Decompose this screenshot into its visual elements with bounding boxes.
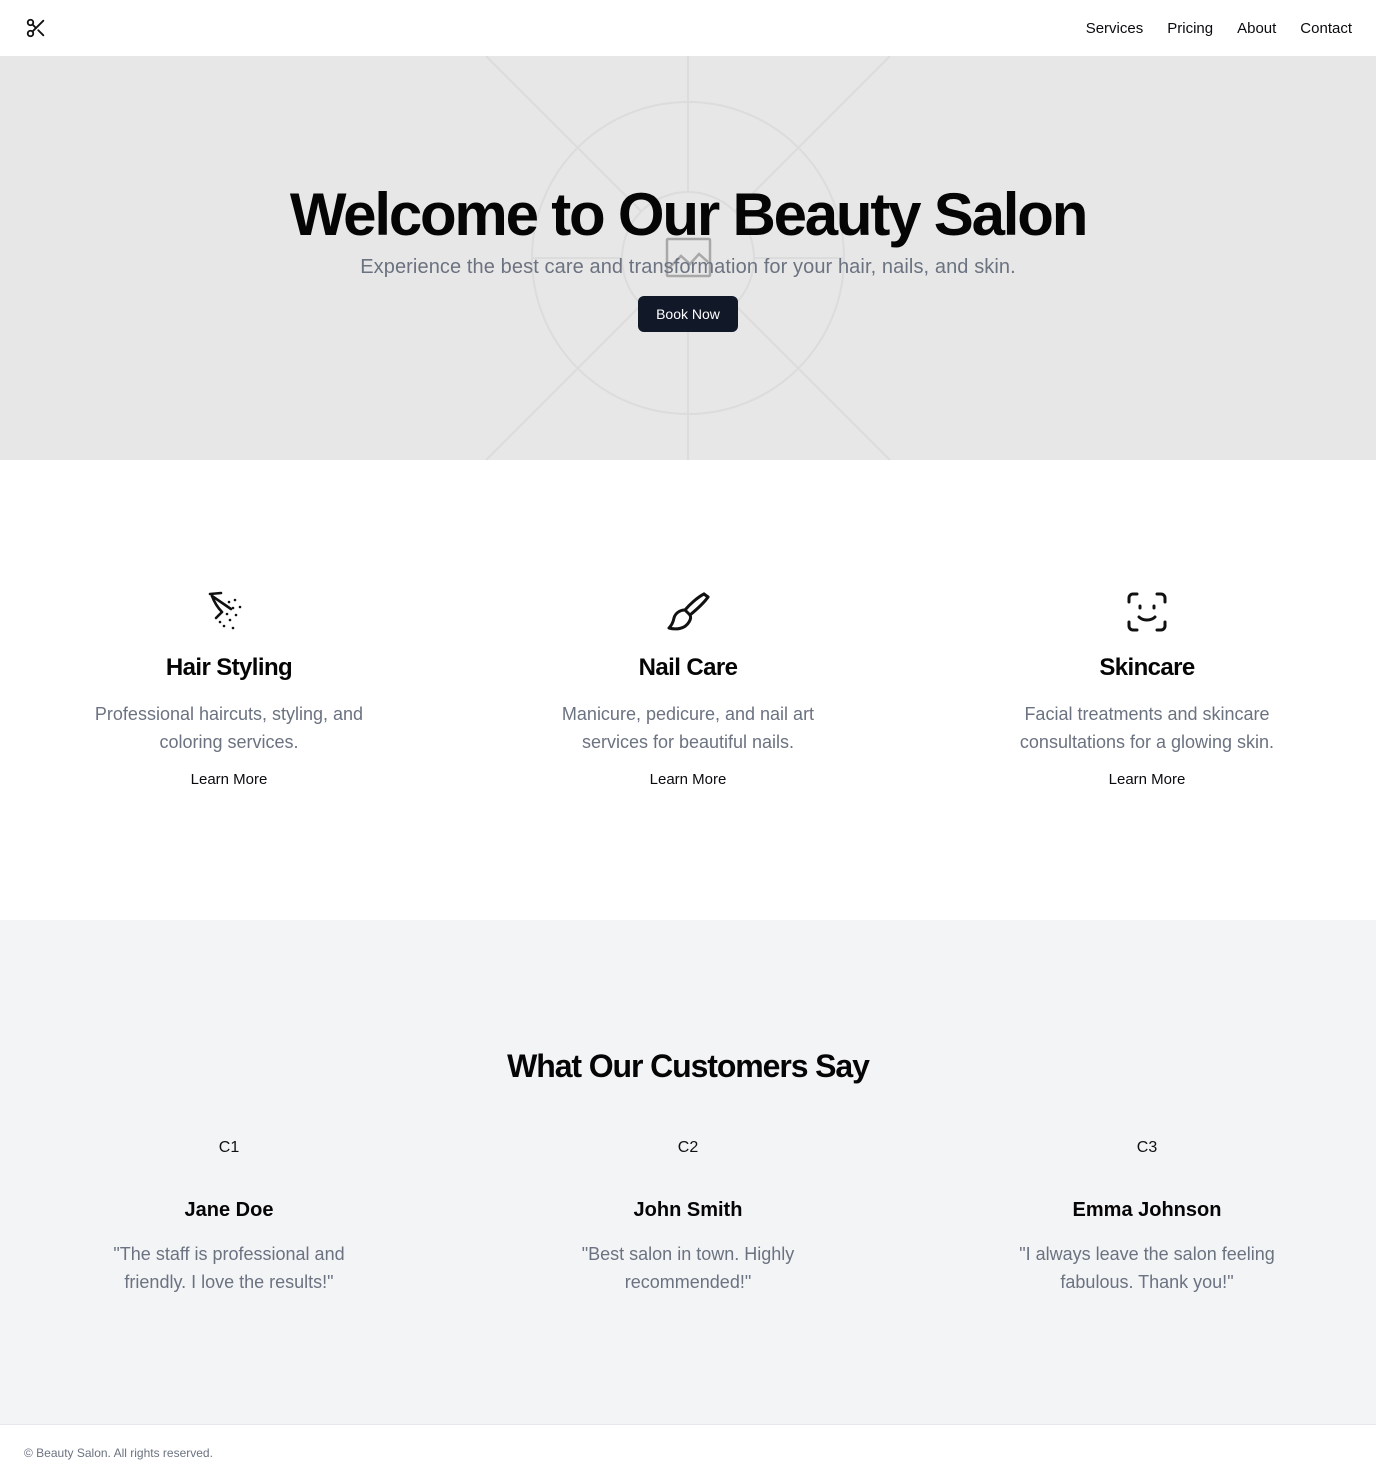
service-description: Professional haircuts, styling, and colo… xyxy=(94,704,364,752)
nav-contact-link[interactable]: Contact xyxy=(1300,20,1352,37)
learn-more-link[interactable]: Learn More xyxy=(538,768,838,792)
service-description: Manicure, pedicure, and nail art service… xyxy=(561,704,815,752)
testimonials-title: What Our Customers Say xyxy=(507,1048,870,1084)
services-section: Hair Styling Professional haircuts, styl… xyxy=(0,460,1376,920)
learn-more-link[interactable]: Learn More xyxy=(79,768,379,792)
hero-title: Welcome to Our Beauty Salon xyxy=(289,181,1089,248)
customer-name: Jane Doe xyxy=(184,1199,274,1221)
hair-spray-icon xyxy=(208,591,242,630)
service-card-nails: Nail Care Manicure, pedicure, and nail a… xyxy=(538,588,838,792)
face-scan-icon xyxy=(1127,592,1167,632)
service-card-skincare: Skincare Facial treatments and skincare … xyxy=(997,588,1297,792)
nav-pricing-link[interactable]: Pricing xyxy=(1167,20,1213,37)
testimonial-quote: "The staff is professional and friendly.… xyxy=(113,1244,345,1292)
testimonial-card: C2 John Smith "Best salon in town. Highl… xyxy=(528,1134,848,1296)
book-now-button[interactable]: Book Now xyxy=(638,296,738,332)
hero-section: Welcome to Our Beauty Salon Experience t… xyxy=(0,56,1376,460)
hero-content: Welcome to Our Beauty Salon Experience t… xyxy=(0,56,1376,460)
service-title: Hair Styling xyxy=(165,654,293,681)
site-header: Services Pricing About Contact xyxy=(0,0,1376,56)
customer-name: John Smith xyxy=(633,1199,743,1221)
learn-more-link[interactable]: Learn More xyxy=(997,768,1297,792)
hero-subtitle: Experience the best care and transformat… xyxy=(360,256,1016,278)
testimonial-quote: "Best salon in town. Highly recommended!… xyxy=(581,1244,795,1292)
avatar: C3 xyxy=(1136,1139,1158,1156)
customer-name: Emma Johnson xyxy=(1072,1199,1222,1221)
service-title: Nail Care xyxy=(638,654,738,681)
service-title: Skincare xyxy=(1099,654,1195,681)
copyright-text: © Beauty Salon. All rights reserved. xyxy=(24,1445,213,1460)
avatar: C1 xyxy=(218,1139,240,1156)
main-nav: Services Pricing About Contact xyxy=(1086,20,1352,37)
testimonial-quote: "I always leave the salon feeling fabulo… xyxy=(1019,1244,1275,1292)
service-description: Facial treatments and skincare consultat… xyxy=(1019,704,1275,752)
nav-services-link[interactable]: Services xyxy=(1086,20,1144,37)
testimonials-section: What Our Customers Say C1 Jane Doe "The … xyxy=(0,920,1376,1424)
paintbrush-icon xyxy=(667,592,710,631)
site-footer: © Beauty Salon. All rights reserved. xyxy=(0,1424,1376,1480)
nav-about-link[interactable]: About xyxy=(1237,20,1276,37)
service-card-hair: Hair Styling Professional haircuts, styl… xyxy=(79,588,379,792)
testimonial-card: C3 Emma Johnson "I always leave the salo… xyxy=(987,1134,1307,1296)
testimonial-card: C1 Jane Doe "The staff is professional a… xyxy=(69,1134,389,1296)
avatar: C2 xyxy=(677,1139,699,1156)
scissors-icon[interactable] xyxy=(24,16,48,40)
